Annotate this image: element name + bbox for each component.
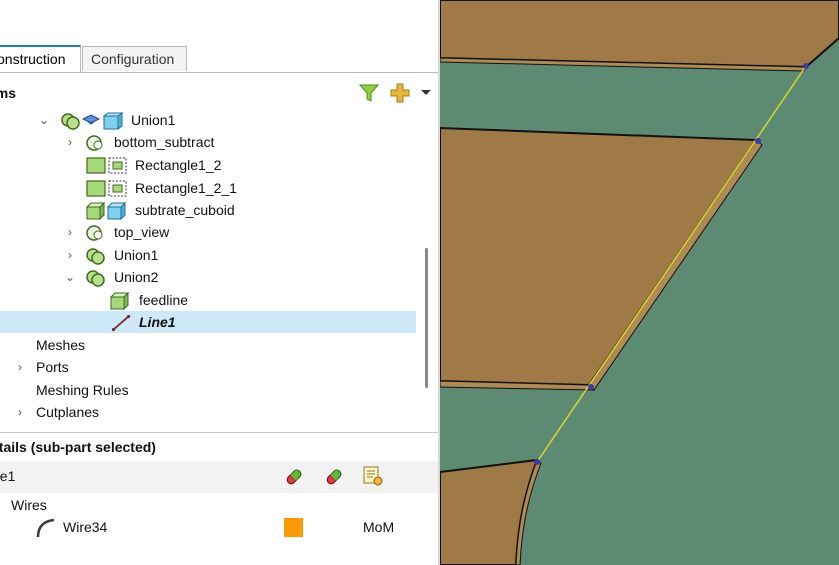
tree-item-label: Cutplanes (36, 404, 100, 420)
model-tree: ⌄ Union1 › bottom_subtract Rectangle1_2 … (0, 108, 426, 430)
tree-item-rectangle1-2-1[interactable]: Rectangle1_2_1 (0, 177, 416, 199)
tree-item-label: Meshes (36, 337, 86, 353)
chevron-down-icon[interactable] (420, 85, 432, 102)
details-title: etails (sub-part selected) (0, 439, 156, 455)
wire-name: Wire34 (63, 519, 108, 535)
model-tree-header: ems (0, 80, 438, 108)
chevron-right-icon[interactable]: › (13, 356, 27, 378)
tree-item-label: Union1 (114, 247, 159, 263)
tree-item-meshes[interactable]: Meshes (0, 334, 416, 356)
tab-construction-label: onstruction (0, 51, 66, 67)
wire-arc-icon (35, 518, 57, 544)
add-plus-icon[interactable] (389, 82, 411, 107)
tree-item-label: bottom_subtract (114, 134, 215, 150)
details-name: ne1 (0, 468, 16, 484)
3d-viewport[interactable] (440, 0, 839, 565)
capsule-icon[interactable] (323, 466, 345, 491)
chevron-down-icon[interactable]: ⌄ (37, 109, 51, 131)
tree-item-label: Rectangle1_2 (135, 157, 222, 173)
tree-scrollbar-thumb[interactable] (425, 248, 428, 388)
chevron-down-icon[interactable]: ⌄ (63, 266, 77, 288)
tree-item-label: Ports (36, 359, 69, 375)
details-header-row: ne1 (0, 461, 438, 493)
tree-item-union1[interactable]: › Union1 (0, 244, 416, 266)
model-geometry[interactable] (440, 0, 839, 565)
tab-configuration[interactable]: Configuration (82, 46, 187, 71)
tree-item-feedline[interactable]: feedline (0, 289, 416, 311)
tab-construction[interactable]: onstruction (0, 45, 81, 72)
tree-item-label: subtrate_cuboid (135, 202, 235, 218)
chevron-right-icon[interactable]: › (63, 221, 77, 243)
chevron-right-icon[interactable]: › (63, 244, 77, 266)
panel-title: ems (0, 85, 17, 101)
left-panel: onstruction Configuration ems ⌄ (0, 0, 438, 565)
document-settings-icon[interactable] (362, 465, 384, 490)
tree-item-top-view[interactable]: › top_view (0, 221, 416, 243)
capsule-icon[interactable] (283, 466, 305, 491)
tree-item-line1[interactable]: Line1 (0, 311, 416, 333)
details-wire-row[interactable]: Wire34 MoM (0, 516, 438, 538)
chevron-right-icon[interactable]: › (63, 131, 77, 153)
tree-item-label: Rectangle1_2_1 (135, 180, 237, 196)
details-group-wires[interactable]: Wires (0, 494, 438, 516)
tab-configuration-label: Configuration (91, 51, 175, 67)
tree-item-label: Meshing Rules (36, 382, 129, 398)
chevron-right-icon[interactable]: › (13, 401, 27, 423)
tree-item-rectangle1-2[interactable]: Rectangle1_2 (0, 154, 416, 176)
tree-item-bottom-subtract[interactable]: › bottom_subtract (0, 131, 416, 153)
details-divider[interactable] (0, 432, 438, 433)
tree-item-union1-top[interactable]: ⌄ Union1 (0, 109, 416, 131)
details-group-label: Wires (11, 497, 47, 513)
tree-item-label: Union2 (114, 269, 159, 285)
tree-item-label: Union1 (131, 112, 176, 128)
tree-item-label: feedline (139, 292, 189, 308)
tree-item-cutplanes[interactable]: › Cutplanes (0, 401, 416, 423)
tree-item-label: Line1 (139, 314, 176, 330)
wire-solver: MoM (363, 519, 395, 535)
wire-color-swatch[interactable] (284, 518, 303, 537)
tree-item-meshing-rules[interactable]: Meshing Rules (0, 379, 416, 401)
tree-item-subtrate-cuboid[interactable]: subtrate_cuboid (0, 199, 416, 221)
filter-icon[interactable] (358, 82, 380, 107)
tree-item-union2[interactable]: ⌄ Union2 (0, 266, 416, 288)
tree-item-ports[interactable]: › Ports (0, 356, 416, 378)
tab-bar: onstruction Configuration (0, 42, 438, 73)
tree-item-label: top_view (114, 224, 170, 240)
